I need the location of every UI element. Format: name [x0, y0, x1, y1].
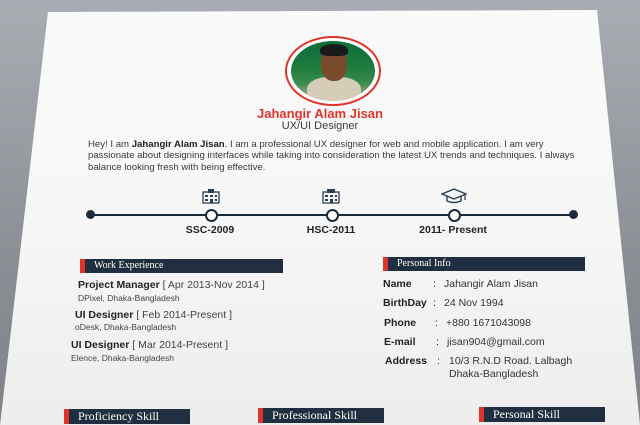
job-2-dates: [ Feb 2014-Present ] [133, 309, 232, 321]
pi-label-birthday: BirthDay [383, 297, 427, 309]
timeline-end-dot [569, 210, 578, 219]
work-experience-heading: Work Experience [80, 259, 283, 273]
job-1-company: DPixel, Dhaka-Bangladesh [78, 293, 180, 303]
timeline-dot-present [448, 209, 461, 222]
candidate-name: Jahangir Alam Jisan [257, 106, 383, 121]
intro-paragraph: Hey! I am Jahangir Alam Jisan. I am a pr… [88, 139, 588, 173]
pi-value-address-line2: Dhaka-Bangladesh [449, 368, 539, 380]
pi-value-birthday: 24 Nov 1994 [444, 297, 504, 309]
job-2-company: oDesk, Dhaka-Bangladesh [75, 322, 177, 332]
job-3-title: UI Designer [ Mar 2014-Present ] [71, 339, 228, 351]
job-2-title: UI Designer [ Feb 2014-Present ] [75, 309, 232, 321]
timeline-dot-hsc [326, 209, 339, 222]
intro-prefix: Hey! I am [88, 139, 132, 150]
school-building-icon [202, 189, 220, 204]
personal-info-heading: Personal Info [383, 257, 585, 271]
pi-label-email: E-mail [384, 336, 416, 348]
job-1-title: Project Manager [ Apr 2013-Nov 2014 ] [78, 279, 265, 291]
pi-value-address-line1: 10/3 R.N.D Road. Lalbagh [449, 355, 573, 367]
timeline-dot-ssc [205, 209, 218, 222]
college-building-icon [322, 189, 340, 204]
profile-photo [285, 36, 381, 106]
candidate-role: UX/UI Designer [281, 120, 359, 132]
pi-label-phone: Phone [384, 317, 417, 329]
proficiency-skill-heading: Proficiency Skill [64, 409, 190, 424]
timeline-label-hsc: HSC-2011 [306, 224, 356, 236]
job-3-company: Elence, Dhaka-Bangladesh [71, 353, 175, 363]
personal-skill-heading: Personal Skill [479, 407, 605, 422]
pi-value-email: jisan904@gmail.com [447, 336, 545, 348]
job-1-dates: [ Apr 2013-Nov 2014 ] [159, 279, 265, 291]
pi-label-name: Name [383, 278, 412, 290]
pi-value-phone: +880 1671043098 [446, 317, 531, 329]
pi-value-name: Jahangir Alam Jisan [444, 278, 538, 290]
timeline-label-present: 2011- Present [419, 224, 487, 236]
timeline-label-ssc: SSC-2009 [185, 224, 235, 236]
timeline-start-dot [86, 210, 95, 219]
professional-skill-heading: Professional Skill [258, 408, 384, 423]
graduation-cap-icon [441, 188, 467, 204]
intro-name: Jahangir Alam Jisan [131, 139, 225, 150]
pi-label-address: Address [385, 355, 428, 367]
job-3-dates: [ Mar 2014-Present ] [129, 339, 228, 351]
